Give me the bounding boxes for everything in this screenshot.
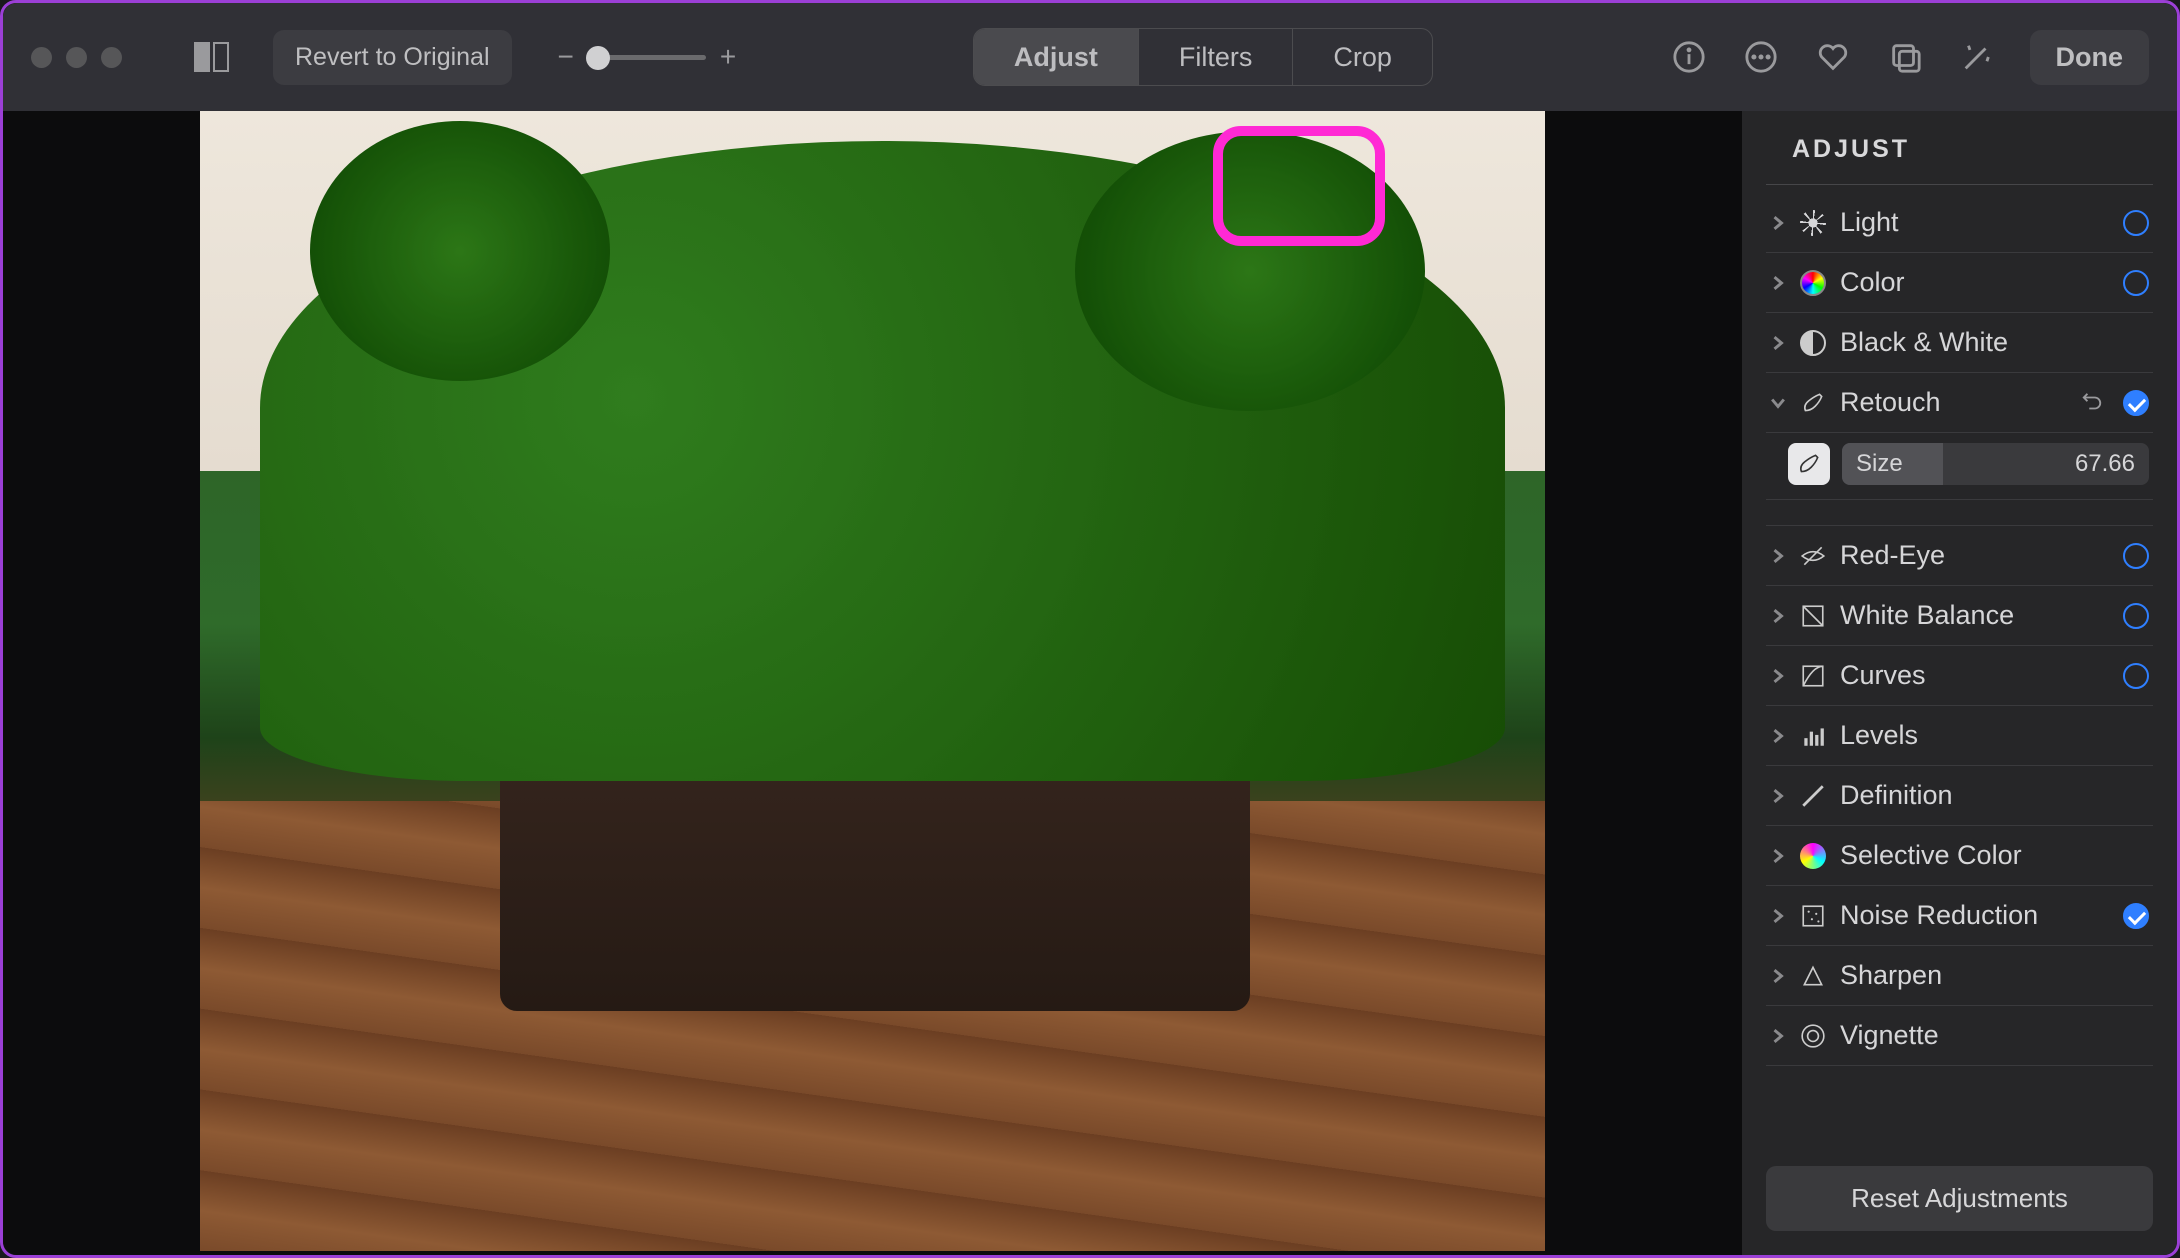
edit-mode-tabs: Adjust Filters Crop	[973, 28, 1433, 86]
adjust-label: Sharpen	[1840, 960, 2149, 991]
status-badge[interactable]	[2123, 270, 2149, 296]
curves-icon	[1800, 663, 1826, 689]
chevron-right-icon	[1770, 668, 1786, 684]
status-badge[interactable]	[2123, 210, 2149, 236]
favorite-icon[interactable]	[1814, 38, 1852, 76]
retouch-icon	[1800, 390, 1826, 416]
adjust-label: Red-Eye	[1840, 540, 2109, 571]
undo-icon[interactable]	[2081, 392, 2103, 414]
chevron-right-icon	[1770, 275, 1786, 291]
size-value: 67.66	[2075, 450, 2135, 478]
status-badge[interactable]	[2123, 543, 2149, 569]
chevron-right-icon	[1770, 335, 1786, 351]
toolbar: Revert to Original − + Adjust Filters Cr…	[3, 3, 2177, 111]
info-icon[interactable]	[1670, 38, 1708, 76]
chevron-right-icon	[1770, 1028, 1786, 1044]
done-button[interactable]: Done	[2030, 30, 2150, 85]
adjust-row-wb[interactable]: White Balance	[1766, 586, 2153, 646]
adjust-row-noise[interactable]: Noise Reduction	[1766, 886, 2153, 946]
adjust-label: Noise Reduction	[1840, 900, 2109, 931]
annotation-highlight	[1213, 126, 1385, 246]
noise-icon	[1800, 903, 1826, 929]
chevron-right-icon	[1770, 548, 1786, 564]
chevron-down-icon	[1770, 395, 1786, 411]
adjust-row-curves[interactable]: Curves	[1766, 646, 2153, 706]
adjust-row-redeye[interactable]: Red-Eye	[1766, 526, 2153, 586]
zoom-out-button[interactable]: −	[558, 41, 574, 73]
white-balance-icon	[1800, 603, 1826, 629]
retouch-controls: Size 67.66	[1766, 433, 2153, 500]
adjust-row-sharpen[interactable]: Sharpen	[1766, 946, 2153, 1006]
adjust-label: White Balance	[1840, 600, 2109, 631]
revert-to-original-button[interactable]: Revert to Original	[273, 30, 512, 85]
chevron-right-icon	[1770, 968, 1786, 984]
redeye-icon	[1800, 543, 1826, 569]
sharpen-icon	[1800, 963, 1826, 989]
adjust-row-selective-color[interactable]: Selective Color	[1766, 826, 2153, 886]
more-options-icon[interactable]	[1742, 38, 1780, 76]
adjust-label: Selective Color	[1840, 840, 2149, 871]
photo	[200, 111, 1545, 1251]
reset-adjustments-button[interactable]: Reset Adjustments	[1766, 1166, 2153, 1231]
fullscreen-window-button[interactable]	[101, 47, 122, 68]
adjust-row-color[interactable]: Color	[1766, 253, 2153, 313]
retouch-size-slider[interactable]: Size 67.66	[1842, 443, 2149, 485]
adjust-row-bw[interactable]: Black & White	[1766, 313, 2153, 373]
adjust-label: Black & White	[1840, 327, 2149, 358]
adjust-label: Vignette	[1840, 1020, 2149, 1051]
vignette-icon	[1800, 1023, 1826, 1049]
zoom-control: − +	[558, 41, 737, 73]
adjust-row-vignette[interactable]: Vignette	[1766, 1006, 2153, 1066]
chevron-right-icon	[1770, 608, 1786, 624]
selective-color-icon	[1800, 843, 1826, 869]
status-badge[interactable]	[2123, 903, 2149, 929]
window-controls	[31, 47, 122, 68]
adjust-label: Curves	[1840, 660, 2109, 691]
color-icon	[1800, 270, 1826, 296]
rotate-icon[interactable]	[1886, 38, 1924, 76]
minimize-window-button[interactable]	[66, 47, 87, 68]
chevron-right-icon	[1770, 788, 1786, 804]
bw-icon	[1800, 330, 1826, 356]
adjust-row-light[interactable]: Light	[1766, 193, 2153, 253]
status-badge[interactable]	[2123, 390, 2149, 416]
tab-filters[interactable]: Filters	[1139, 29, 1294, 85]
adjust-label: Retouch	[1840, 387, 2067, 418]
definition-icon	[1800, 783, 1826, 809]
status-badge[interactable]	[2123, 603, 2149, 629]
close-window-button[interactable]	[31, 47, 52, 68]
chevron-right-icon	[1770, 908, 1786, 924]
adjust-row-definition[interactable]: Definition	[1766, 766, 2153, 826]
auto-enhance-icon[interactable]	[1958, 38, 1996, 76]
photo-canvas[interactable]	[3, 111, 1742, 1255]
chevron-right-icon	[1770, 728, 1786, 744]
adjust-label: Definition	[1840, 780, 2149, 811]
retouch-brush-button[interactable]	[1788, 443, 1830, 485]
tab-adjust[interactable]: Adjust	[974, 29, 1139, 85]
levels-icon	[1800, 723, 1826, 749]
zoom-in-button[interactable]: +	[720, 41, 736, 73]
light-icon	[1800, 210, 1826, 236]
adjust-label: Light	[1840, 207, 2109, 238]
status-badge[interactable]	[2123, 663, 2149, 689]
tab-crop[interactable]: Crop	[1293, 29, 1432, 85]
zoom-slider[interactable]	[588, 55, 706, 60]
chevron-right-icon	[1770, 848, 1786, 864]
chevron-right-icon	[1770, 215, 1786, 231]
adjust-panel: ADJUST Light Color B	[1742, 111, 2177, 1255]
sidebar-layout-toggle[interactable]	[194, 42, 229, 72]
adjust-label: Levels	[1840, 720, 2149, 751]
size-label: Size	[1856, 450, 1903, 478]
adjust-row-levels[interactable]: Levels	[1766, 706, 2153, 766]
panel-title: ADJUST	[1792, 135, 2153, 184]
adjust-label: Color	[1840, 267, 2109, 298]
adjust-row-retouch[interactable]: Retouch	[1766, 373, 2153, 433]
